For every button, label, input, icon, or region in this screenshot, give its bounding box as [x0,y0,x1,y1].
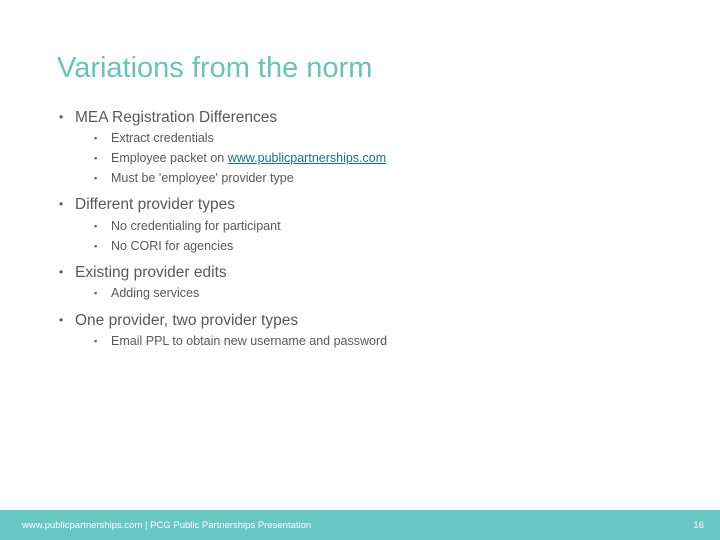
bullet-icon: • [59,197,64,211]
sub-bullet-text: Extract credentials [111,131,214,145]
sub-bullet-icon: ▪ [94,173,98,183]
bullet-icon: • [59,313,64,327]
sub-bullet-item: ▪ Adding services [94,286,199,300]
slide-title: Variations from the norm [57,52,373,84]
sub-bullet-item: ▪ No CORI for agencies [94,239,233,253]
sub-bullet-item: ▪ No credentialing for participant [94,219,281,233]
sub-bullet-item: ▪ Extract credentials [94,131,214,145]
page-number: 16 [693,520,704,531]
bullet-item: • Existing provider edits [59,264,227,282]
sub-bullet-text: Must be 'employee' provider type [111,171,294,185]
publicpartnerships-link[interactable]: www.publicpartnerships.com [228,151,386,165]
bullet-text: MEA Registration Differences [75,109,278,126]
sub-bullet-item: ▪ Must be 'employee' provider type [94,171,294,185]
bullet-item: • MEA Registration Differences [59,109,277,127]
sub-bullet-icon: ▪ [94,288,98,298]
sub-bullet-icon: ▪ [94,153,98,163]
bullet-icon: • [59,265,64,279]
sub-bullet-icon: ▪ [94,133,98,143]
sub-bullet-icon: ▪ [94,221,98,231]
sub-bullet-icon: ▪ [94,336,98,346]
sub-bullet-item: ▪ Employee packet on www.publicpartnershi… [94,151,386,165]
bullet-text: Different provider types [75,196,235,213]
sub-bullet-icon: ▪ [94,241,98,251]
bullet-item: • Different provider types [59,196,235,214]
bullet-icon: • [59,110,64,124]
footer-text: www.publicpartnerships.com | PCG Public … [22,520,312,531]
footer-bar: www.publicpartnerships.com | PCG Public … [0,510,720,540]
bullet-text: One provider, two provider types [75,312,299,329]
sub-bullet-text: Adding services [111,286,200,300]
sub-bullet-text: No CORI for agencies [111,239,234,253]
bullet-text: Existing provider edits [75,264,227,281]
sub-bullet-text: Employee packet on [111,151,228,165]
sub-bullet-text: No credentialing for participant [111,219,281,233]
sub-bullet-text: Email PPL to obtain new username and pas… [111,334,388,348]
bullet-item: • One provider, two provider types [59,312,298,330]
sub-bullet-item: ▪ Email PPL to obtain new username and pa… [94,334,387,348]
